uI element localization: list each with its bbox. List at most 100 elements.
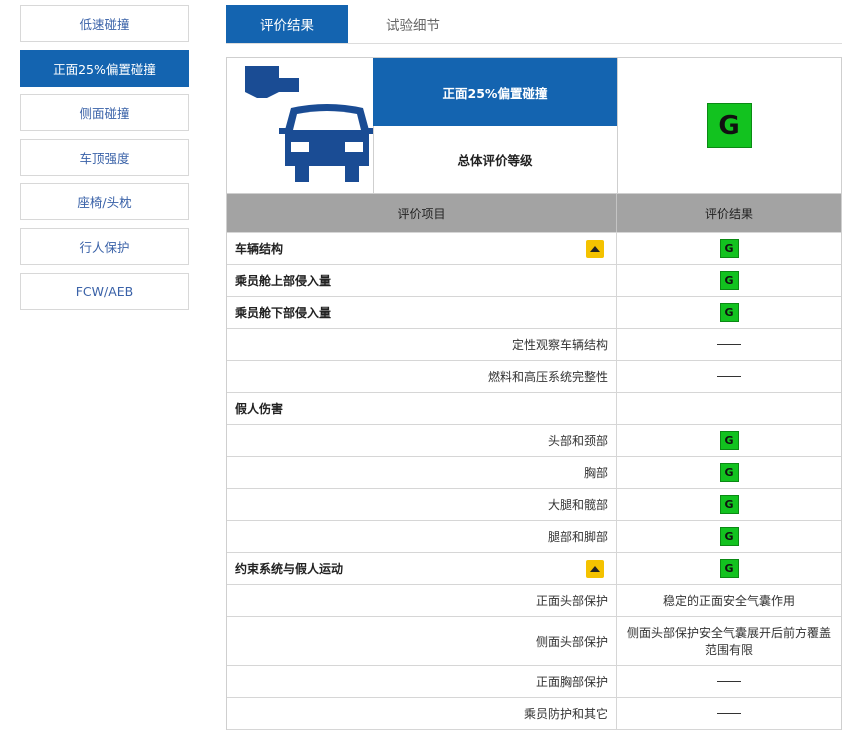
sidebar-item-roof-strength[interactable]: 车顶强度 (20, 138, 189, 176)
row-result: G (617, 489, 841, 520)
sidebar-nav: 低速碰撞 正面25%偏置碰撞 侧面碰撞 车顶强度 座椅/头枕 行人保护 FCW/… (20, 5, 189, 317)
row-item-text: 假人伤害 (235, 402, 284, 416)
table-row: 车辆结构 G (227, 233, 841, 265)
row-item-label: 乘员舱下部侵入量 (227, 297, 617, 328)
row-result (617, 393, 841, 424)
row-result: 侧面头部保护安全气囊展开后前方覆盖范围有限 (617, 617, 841, 665)
rating-badge: G (719, 527, 739, 546)
overall-rating-label: 总体评价等级 (457, 153, 533, 168)
row-item-label: 定性观察车辆结构 (227, 329, 617, 360)
result-text: 稳定的正面安全气囊作用 (662, 594, 795, 608)
evaluation-table: 评价项目 评价结果 车辆结构 G 乘员舱上部侵入量 G 乘员舱下部侵入量 G 定性观察车辆结… (226, 194, 842, 730)
row-item-label: 乘员防护和其它 (227, 698, 617, 729)
table-header: 评价项目 评价结果 (227, 194, 841, 233)
row-item-text: 乘员舱下部侵入量 (235, 306, 332, 320)
table-row: 燃料和高压系统完整性 (227, 361, 841, 393)
tab-evaluation-result[interactable]: 评价结果 (226, 5, 348, 43)
header-result: 评价结果 (704, 206, 753, 221)
row-item-text: 乘员舱上部侵入量 (235, 274, 332, 288)
warning-triangle-icon[interactable] (586, 239, 604, 258)
rating-badge: G (719, 495, 739, 514)
row-result: G (617, 457, 841, 488)
row-result (617, 666, 841, 697)
row-item-text: 胸部 (583, 466, 608, 480)
row-result (617, 698, 841, 729)
sidebar-item-pedestrian[interactable]: 行人保护 (20, 227, 189, 265)
sidebar-item-low-speed[interactable]: 低速碰撞 (20, 5, 189, 42)
row-item-text: 燃料和高压系统完整性 (487, 370, 608, 384)
row-item-label: 正面胸部保护 (227, 666, 617, 697)
table-row: 乘员舱上部侵入量 G (227, 265, 841, 297)
row-item-label: 头部和颈部 (227, 425, 617, 456)
dash-placeholder (717, 713, 741, 714)
row-item-text: 侧面头部保护 (535, 634, 608, 649)
dash-placeholder (717, 344, 741, 345)
row-item-label: 大腿和髋部 (227, 489, 617, 520)
row-item-label: 约束系统与假人运动 (227, 553, 617, 584)
rating-badge: G (719, 271, 739, 290)
summary-mid: 正面25%偏置碰撞 总体评价等级 (373, 58, 618, 193)
row-item-label: 燃料和高压系统完整性 (227, 361, 617, 392)
table-row: 侧面头部保护 侧面头部保护安全气囊展开后前方覆盖范围有限 (227, 617, 841, 666)
row-item-text: 正面头部保护 (535, 594, 608, 608)
row-item-label: 侧面头部保护 (227, 617, 617, 665)
row-result: G (617, 297, 841, 328)
table-row: 胸部 G (227, 457, 841, 489)
dash-placeholder (717, 376, 741, 377)
table-row: 正面胸部保护 (227, 666, 841, 698)
result-text: 侧面头部保护安全气囊展开后前方覆盖范围有限 (626, 626, 831, 657)
warning-triangle-icon[interactable] (586, 559, 604, 578)
dash-placeholder (717, 681, 741, 682)
test-name: 正面25%偏置碰撞 (373, 58, 617, 126)
row-result: 稳定的正面安全气囊作用 (617, 585, 841, 616)
rating-badge: G (719, 303, 739, 322)
table-row: 大腿和髋部 G (227, 489, 841, 521)
sidebar-item-fcw-aeb[interactable]: FCW/AEB (20, 272, 189, 310)
row-item-text: 正面胸部保护 (535, 675, 608, 689)
row-result (617, 329, 841, 360)
row-result: G (617, 425, 841, 456)
rating-badge: G (719, 431, 739, 450)
table-row: 腿部和脚部 G (227, 521, 841, 553)
row-item-text: 腿部和脚部 (547, 530, 608, 544)
summary-panel: 正面25%偏置碰撞 总体评价等级 G (226, 57, 842, 194)
row-item-text: 大腿和髋部 (547, 498, 608, 512)
car-front-icon (245, 66, 373, 182)
row-item-text: 头部和颈部 (547, 434, 608, 448)
sidebar-item-frontal-25[interactable]: 正面25%偏置碰撞 (20, 49, 189, 87)
row-result (617, 361, 841, 392)
row-result: G (617, 233, 841, 264)
rating-badge: G (719, 239, 739, 258)
overall-rating-cell: G (617, 58, 841, 193)
row-item-text: 约束系统与假人运动 (235, 562, 344, 576)
sidebar-item-seat-headrest[interactable]: 座椅/头枕 (20, 183, 189, 221)
car-illustration (227, 58, 374, 193)
row-item-label: 车辆结构 (227, 233, 617, 264)
table-body: 车辆结构 G 乘员舱上部侵入量 G 乘员舱下部侵入量 G 定性观察车辆结构燃料和高压系统完整… (227, 233, 841, 730)
row-item-label: 胸部 (227, 457, 617, 488)
row-result: G (617, 521, 841, 552)
row-item-label: 乘员舱上部侵入量 (227, 265, 617, 296)
row-item-text: 定性观察车辆结构 (511, 338, 608, 352)
tab-bar: 评价结果 试验细节 (226, 5, 842, 44)
table-row: 约束系统与假人运动 G (227, 553, 841, 585)
tab-test-details[interactable]: 试验细节 (348, 5, 478, 43)
row-result: G (617, 265, 841, 296)
table-row: 乘员舱下部侵入量 G (227, 297, 841, 329)
header-item: 评价项目 (227, 194, 617, 232)
table-row: 定性观察车辆结构 (227, 329, 841, 361)
row-item-text: 乘员防护和其它 (523, 707, 608, 721)
overall-rating-badge: G (706, 103, 752, 148)
table-row: 头部和颈部 G (227, 425, 841, 457)
rating-badge: G (719, 463, 739, 482)
table-row: 乘员防护和其它 (227, 698, 841, 730)
row-result: G (617, 553, 841, 584)
row-item-label: 腿部和脚部 (227, 521, 617, 552)
row-item-label: 假人伤害 (227, 393, 617, 424)
rating-badge: G (719, 559, 739, 578)
table-row: 正面头部保护 稳定的正面安全气囊作用 (227, 585, 841, 617)
sidebar-item-side-impact[interactable]: 侧面碰撞 (20, 94, 189, 132)
barrier-icon (245, 66, 299, 98)
row-item-text: 车辆结构 (235, 242, 284, 256)
table-row: 假人伤害 (227, 393, 841, 425)
